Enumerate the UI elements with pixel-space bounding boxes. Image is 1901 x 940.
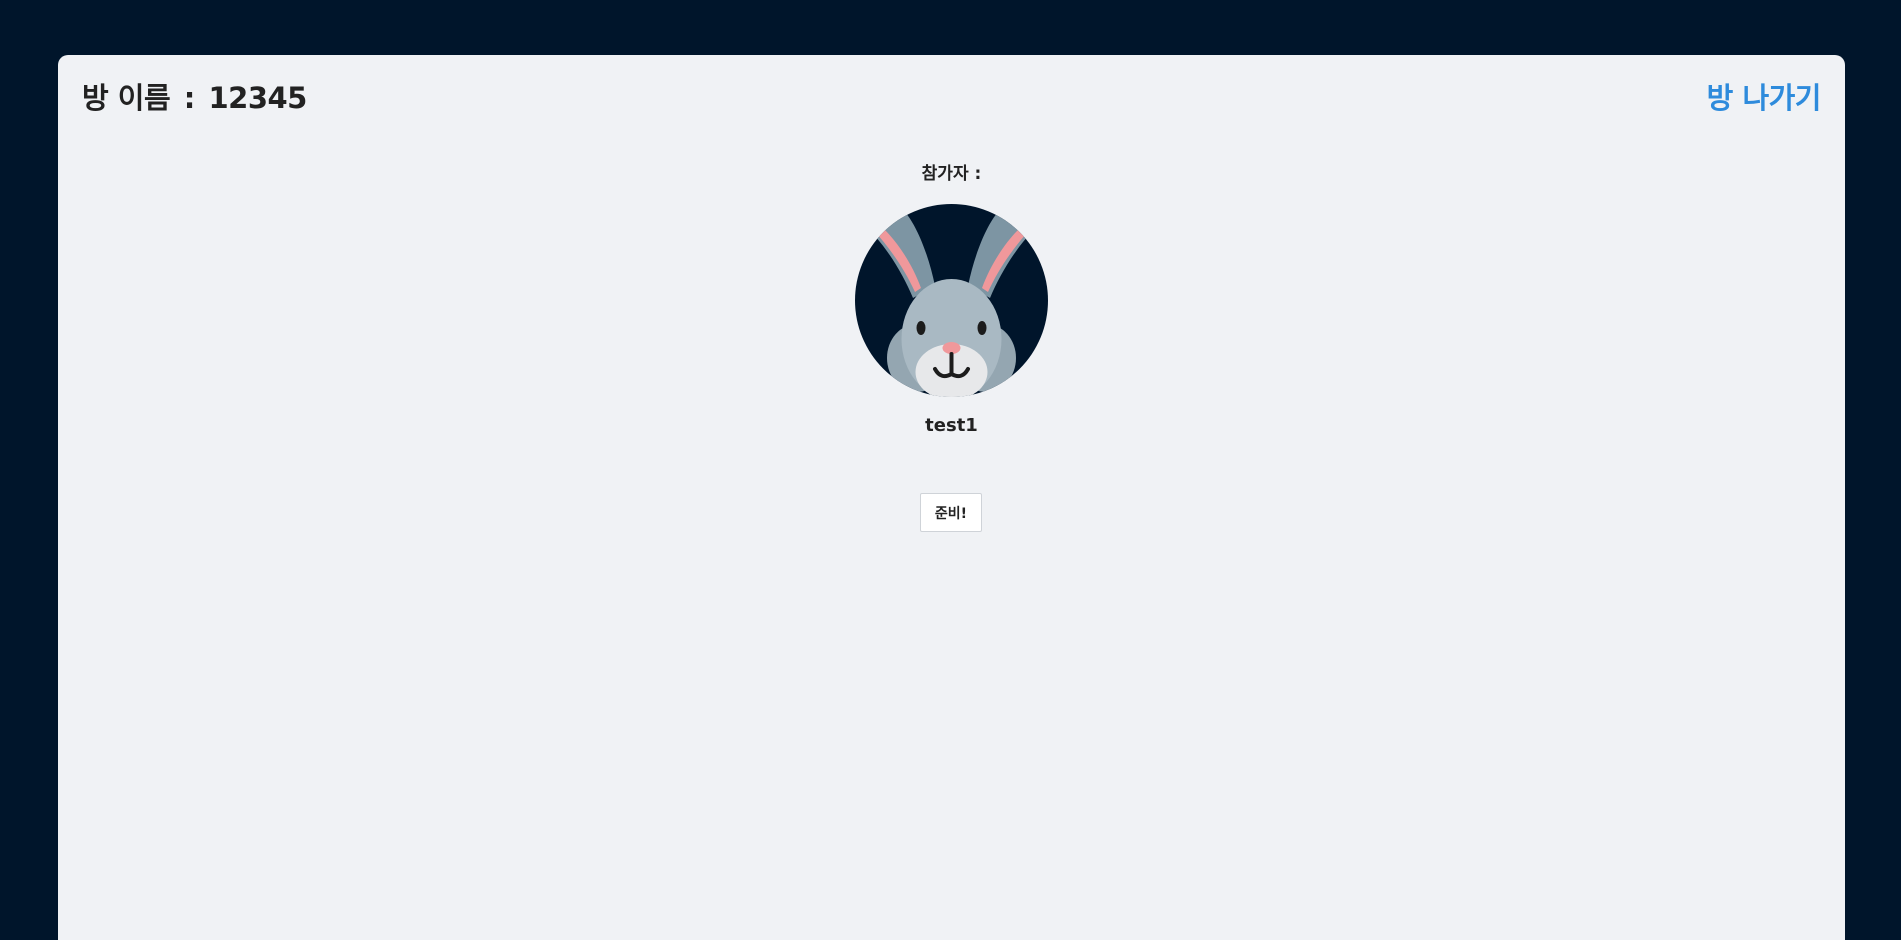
participants-label: 참가자 : bbox=[921, 164, 982, 184]
room-name-value: 12345 bbox=[208, 81, 307, 115]
ready-button[interactable]: 준비! bbox=[920, 493, 982, 532]
room-title-separator: : bbox=[183, 81, 196, 115]
room-title: 방 이름 : 12345 bbox=[82, 75, 307, 117]
rabbit-icon bbox=[871, 212, 1032, 397]
leave-room-link[interactable]: 방 나가기 bbox=[1707, 75, 1822, 117]
participant-avatar bbox=[855, 204, 1048, 397]
waiting-room-panel: 방 이름 : 12345 방 나가기 참가자 : test1 준비! bbox=[58, 55, 1845, 940]
room-name-label: 방 이름 bbox=[82, 81, 171, 115]
participant-name: test1 bbox=[925, 415, 978, 436]
